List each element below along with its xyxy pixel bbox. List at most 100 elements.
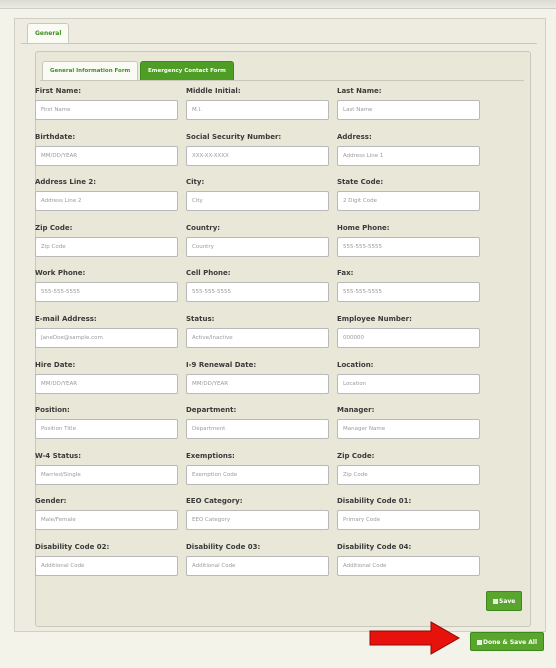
field-input[interactable]: [35, 145, 178, 166]
form-field: E-mail Address:: [35, 314, 180, 348]
field-input[interactable]: [337, 328, 480, 348]
red-arrow-right-icon: [369, 621, 461, 655]
field-input[interactable]: [337, 510, 480, 531]
field-input[interactable]: [186, 236, 329, 257]
form-field: Birthdate:: [35, 132, 180, 166]
field-input[interactable]: [337, 191, 480, 212]
field-label: Address:: [337, 132, 372, 141]
form-field: Hire Date:: [35, 360, 180, 394]
form-field: Address Line 2:: [35, 177, 180, 212]
field-input[interactable]: [186, 145, 329, 166]
field-label: Department:: [186, 406, 237, 415]
form-field: State Code:: [337, 177, 482, 212]
field-label: Disability Code 03:: [186, 543, 261, 551]
field-label: Disability Code 02:: [35, 543, 110, 551]
field-label: Disability Code 04:: [337, 543, 412, 551]
form-field: Exemptions:: [186, 451, 331, 485]
done-save-all-button[interactable]: Done & Save All: [470, 632, 545, 651]
inner-tab-bar: General Information Form Emergency Conta…: [40, 58, 524, 81]
form-field: Location:: [337, 360, 482, 394]
form-field: Disability Code 03:: [186, 542, 331, 576]
field-label: Work Phone:: [35, 269, 86, 278]
field-label: Status:: [186, 315, 215, 323]
form-field: EEO Category:: [186, 496, 331, 531]
form-field: First Name:: [35, 86, 180, 120]
save-icon: [477, 640, 482, 645]
field-input[interactable]: [337, 100, 480, 120]
field-input[interactable]: [337, 282, 480, 303]
form-field: Social Security Number:: [186, 132, 331, 166]
field-input[interactable]: [186, 510, 329, 531]
field-input[interactable]: [35, 556, 178, 576]
field-input[interactable]: [35, 100, 178, 120]
field-label: Country:: [186, 223, 221, 232]
field-label: Cell Phone:: [186, 269, 231, 278]
field-input[interactable]: [186, 464, 329, 485]
tab-general[interactable]: General: [27, 23, 70, 43]
field-input[interactable]: [35, 236, 178, 257]
field-label: Home Phone:: [337, 223, 390, 232]
field-input[interactable]: [186, 556, 329, 576]
field-input[interactable]: [337, 464, 480, 485]
field-label: Middle Initial:: [186, 87, 241, 95]
form-field: Department:: [186, 405, 331, 440]
field-label: Social Security Number:: [186, 132, 282, 141]
form-field: Disability Code 02:: [35, 542, 180, 576]
field-label: Fax:: [337, 269, 354, 278]
field-input[interactable]: [35, 373, 178, 394]
field-label: Gender:: [35, 497, 67, 506]
done-save-all-label: Done & Save All: [483, 639, 538, 646]
field-label: Manager:: [337, 406, 375, 415]
save-button[interactable]: Save: [486, 591, 523, 611]
field-input[interactable]: [186, 373, 329, 394]
field-label: EEO Category:: [186, 497, 243, 506]
form-field: Manager:: [337, 405, 482, 440]
field-input[interactable]: [186, 191, 329, 212]
form-field: City:: [186, 177, 331, 212]
form-field: Home Phone:: [337, 223, 482, 257]
field-input[interactable]: [337, 373, 480, 394]
top-bar: [0, 0, 556, 9]
form-field: Position:: [35, 405, 180, 440]
field-label: First Name:: [35, 87, 82, 95]
field-label: Position:: [35, 406, 70, 415]
field-label: Address Line 2:: [35, 178, 97, 187]
field-label: Hire Date:: [35, 360, 76, 369]
field-input[interactable]: [337, 145, 480, 166]
field-input[interactable]: [35, 510, 178, 531]
field-label: Zip Code:: [35, 223, 73, 232]
save-icon: [493, 599, 498, 604]
form-field: Cell Phone:: [186, 268, 331, 303]
form-field: Zip Code:: [337, 451, 482, 485]
field-input[interactable]: [35, 282, 178, 303]
field-input[interactable]: [337, 419, 480, 440]
field-label: Disability Code 01:: [337, 497, 412, 506]
field-input[interactable]: [186, 282, 329, 303]
tab-general-information-form[interactable]: General Information Form: [42, 61, 139, 80]
field-input[interactable]: [35, 328, 178, 348]
form-field: Disability Code 04:: [337, 542, 482, 576]
field-label: Exemptions:: [186, 451, 235, 460]
field-input[interactable]: [186, 328, 329, 348]
field-input[interactable]: [186, 419, 329, 440]
form-field: Zip Code:: [35, 223, 180, 257]
field-label: W-4 Status:: [35, 451, 82, 460]
field-label: Birthdate:: [35, 132, 76, 141]
field-label: I-9 Renewal Date:: [186, 360, 257, 369]
field-input[interactable]: [337, 236, 480, 257]
form-field: Employee Number:: [337, 314, 482, 348]
outer-tab-bar: General: [21, 23, 537, 44]
field-label: Employee Number:: [337, 315, 412, 323]
form-field: Disability Code 01:: [337, 496, 482, 531]
field-input[interactable]: [337, 556, 480, 576]
field-input[interactable]: [35, 191, 178, 212]
field-label: Last Name:: [337, 87, 382, 95]
field-input[interactable]: [35, 464, 178, 485]
field-input[interactable]: [35, 419, 178, 440]
form-field: Country:: [186, 223, 331, 257]
form-field: Last Name:: [337, 86, 482, 120]
form-field: Status:: [186, 314, 331, 348]
tab-emergency-contact-form[interactable]: Emergency Contact Form: [140, 61, 234, 80]
field-label: City:: [186, 178, 205, 187]
field-input[interactable]: [186, 100, 329, 120]
